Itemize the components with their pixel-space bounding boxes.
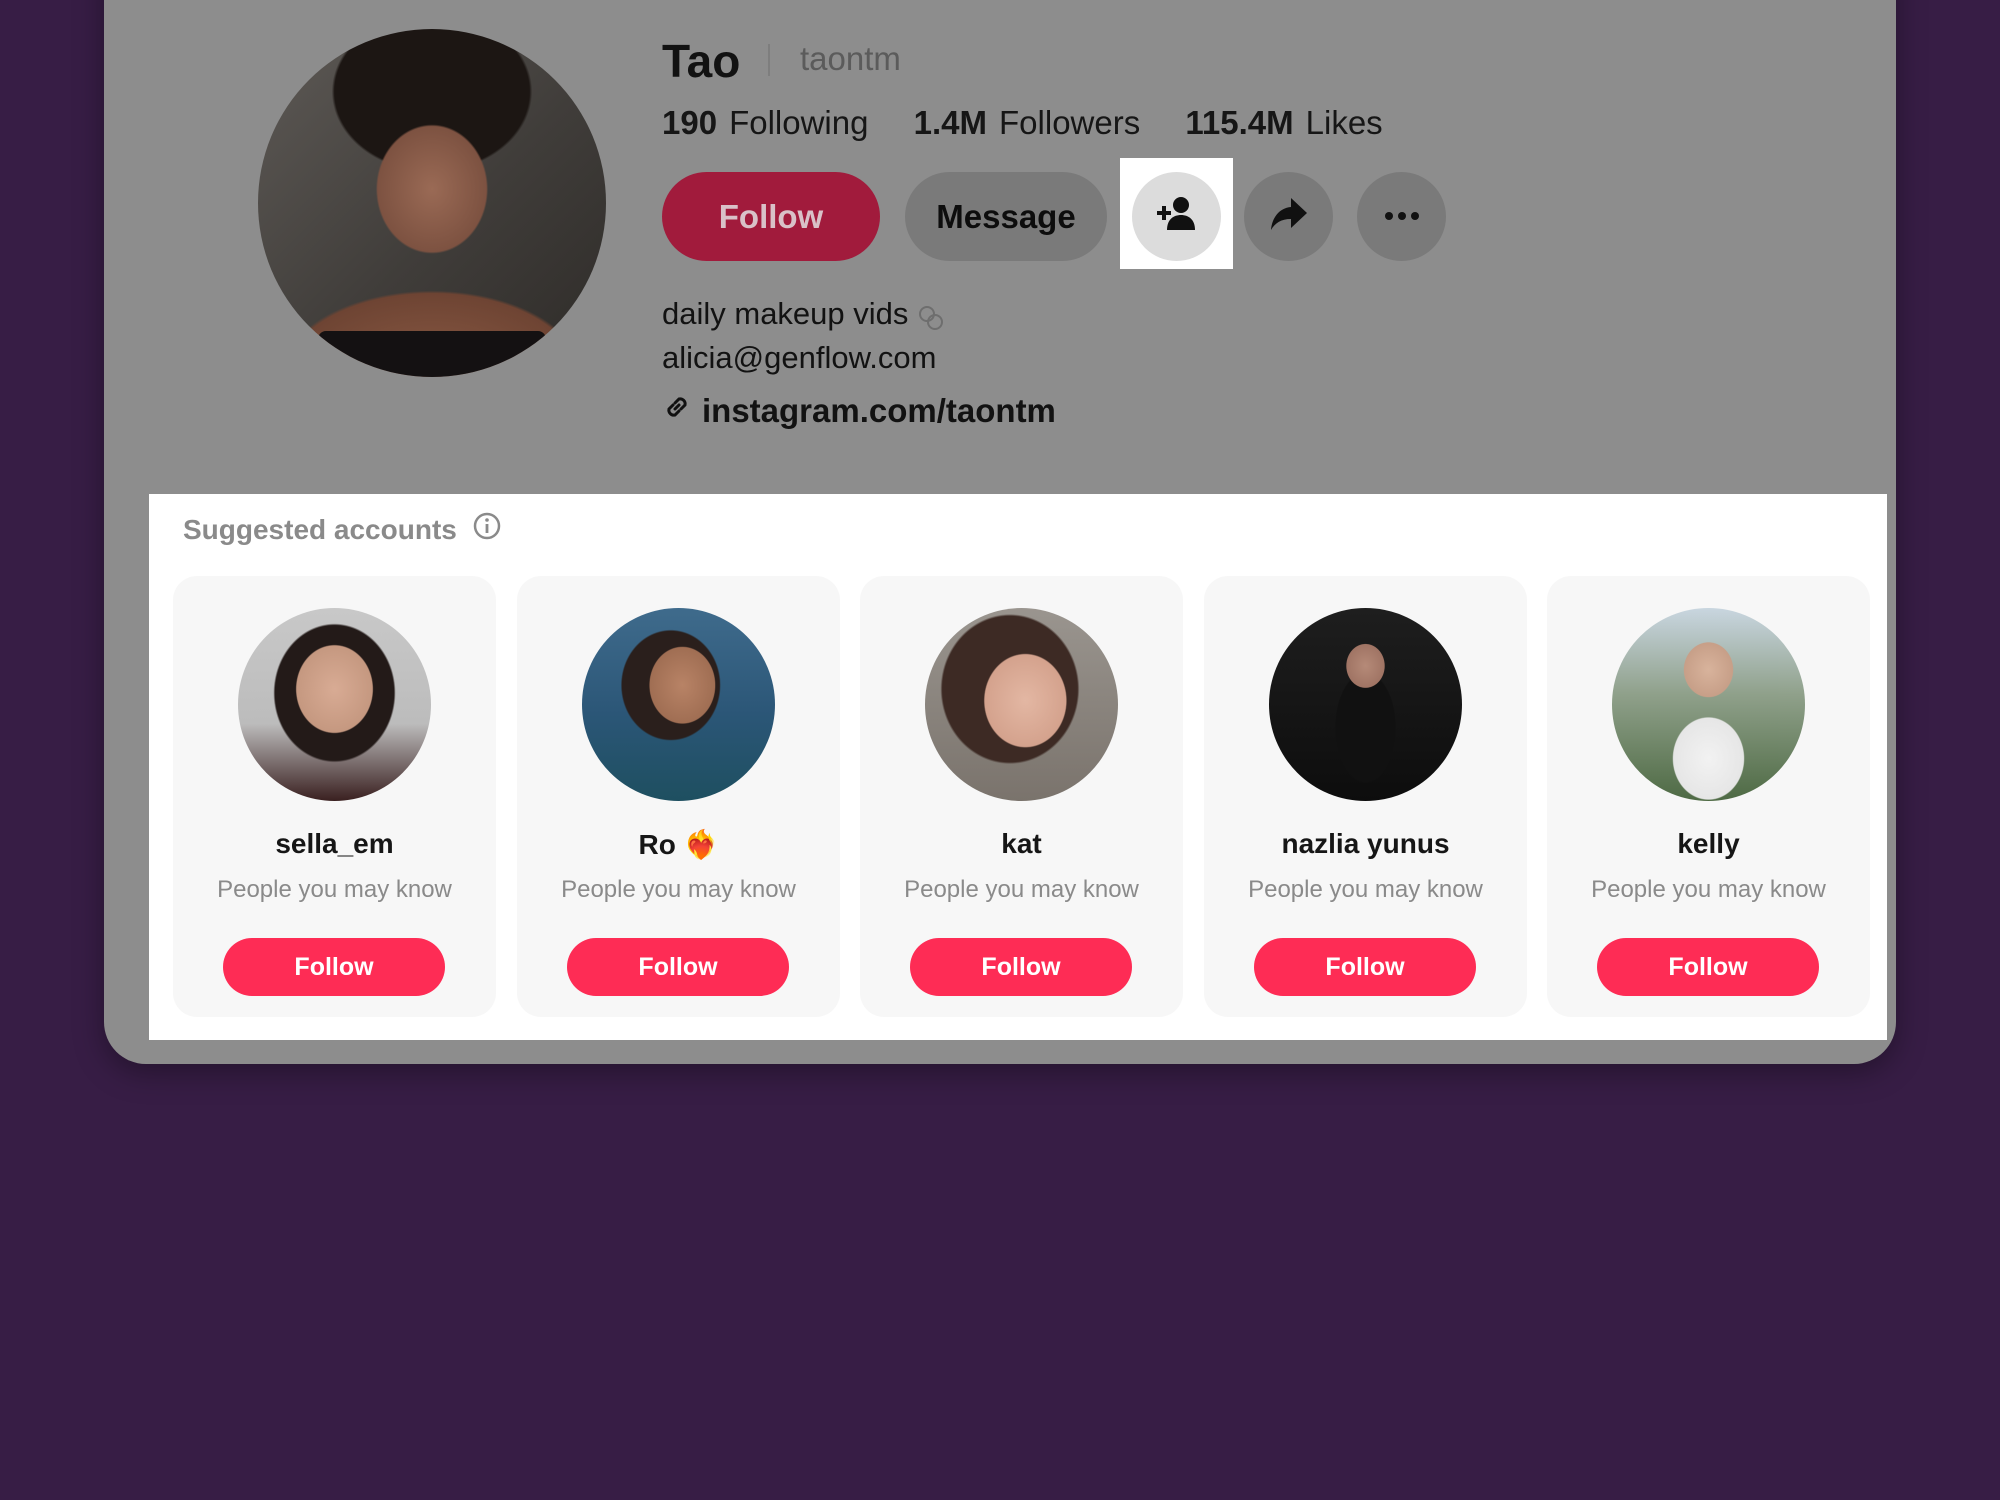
suggested-name[interactable]: Ro ❤️‍🔥 (517, 828, 840, 861)
suggested-account-card[interactable]: Ro ❤️‍🔥 People you may know Follow (517, 576, 840, 1017)
more-icon (1384, 208, 1420, 226)
suggested-follow-button[interactable]: Follow (567, 938, 789, 996)
share-icon (1269, 196, 1309, 237)
suggested-title-text: Suggested accounts (183, 513, 457, 545)
suggested-name[interactable]: kelly (1547, 828, 1870, 860)
share-button[interactable] (1244, 172, 1333, 261)
suggested-subtitle: People you may know (1248, 876, 1483, 903)
message-button[interactable]: Message (905, 172, 1107, 261)
suggested-name[interactable]: nazlia yunus (1204, 828, 1527, 860)
bio-line-1: daily makeup vids (662, 296, 909, 331)
info-icon[interactable] (473, 512, 501, 547)
profile-link-text[interactable]: instagram.com/taontm (702, 392, 1056, 430)
more-options-button[interactable] (1357, 172, 1446, 261)
suggested-account-card[interactable]: nazlia yunus People you may know Follow (1204, 576, 1527, 1017)
profile-bio: daily makeup vids alicia@genflow.com (662, 292, 946, 380)
profile-stats: 190 Following 1.4M Followers 115.4M Likes (662, 104, 1419, 142)
suggested-name[interactable]: kat (860, 828, 1183, 860)
suggested-account-card[interactable]: kelly People you may know Follow (1547, 576, 1870, 1017)
stat-likes: 115.4M Likes (1185, 104, 1383, 141)
suggested-avatar[interactable] (238, 608, 431, 801)
profile-display-name: Tao (662, 35, 741, 87)
add-friend-icon (1155, 194, 1199, 239)
add-friend-button[interactable] (1132, 172, 1221, 261)
suggested-follow-button[interactable]: Follow (223, 938, 445, 996)
suggested-avatar[interactable] (1612, 608, 1805, 801)
suggested-account-card[interactable]: sella_em People you may know Follow (173, 576, 496, 1017)
suggested-follow-button[interactable]: Follow (910, 938, 1132, 996)
suggested-account-card[interactable]: kat People you may know Follow (860, 576, 1183, 1017)
name-divider (768, 44, 770, 76)
suggested-subtitle: People you may know (561, 876, 796, 903)
bio-emoji-icon (916, 301, 946, 331)
bio-line-2: alicia@genflow.com (662, 340, 937, 375)
suggested-accounts-heading: Suggested accounts (183, 512, 501, 547)
suggested-follow-button[interactable]: Follow (1254, 938, 1476, 996)
suggested-avatar[interactable] (582, 608, 775, 801)
stat-followers[interactable]: 1.4M Followers (914, 104, 1141, 141)
profile-username: taontm (800, 40, 901, 77)
suggested-avatar[interactable] (1269, 608, 1462, 801)
suggested-subtitle: People you may know (1591, 876, 1826, 903)
suggested-accounts-panel: Suggested accounts sella_em People you m… (149, 494, 1887, 1040)
profile-avatar[interactable] (258, 29, 606, 377)
follow-button[interactable]: Follow (662, 172, 880, 261)
suggested-subtitle: People you may know (217, 876, 452, 903)
profile-link[interactable]: instagram.com/taontm (662, 392, 1056, 430)
link-icon (662, 392, 702, 430)
stat-following[interactable]: 190 Following (662, 104, 868, 141)
suggested-follow-button[interactable]: Follow (1597, 938, 1819, 996)
suggested-name[interactable]: sella_em (173, 828, 496, 860)
suggested-avatar[interactable] (925, 608, 1118, 801)
suggested-subtitle: People you may know (904, 876, 1139, 903)
